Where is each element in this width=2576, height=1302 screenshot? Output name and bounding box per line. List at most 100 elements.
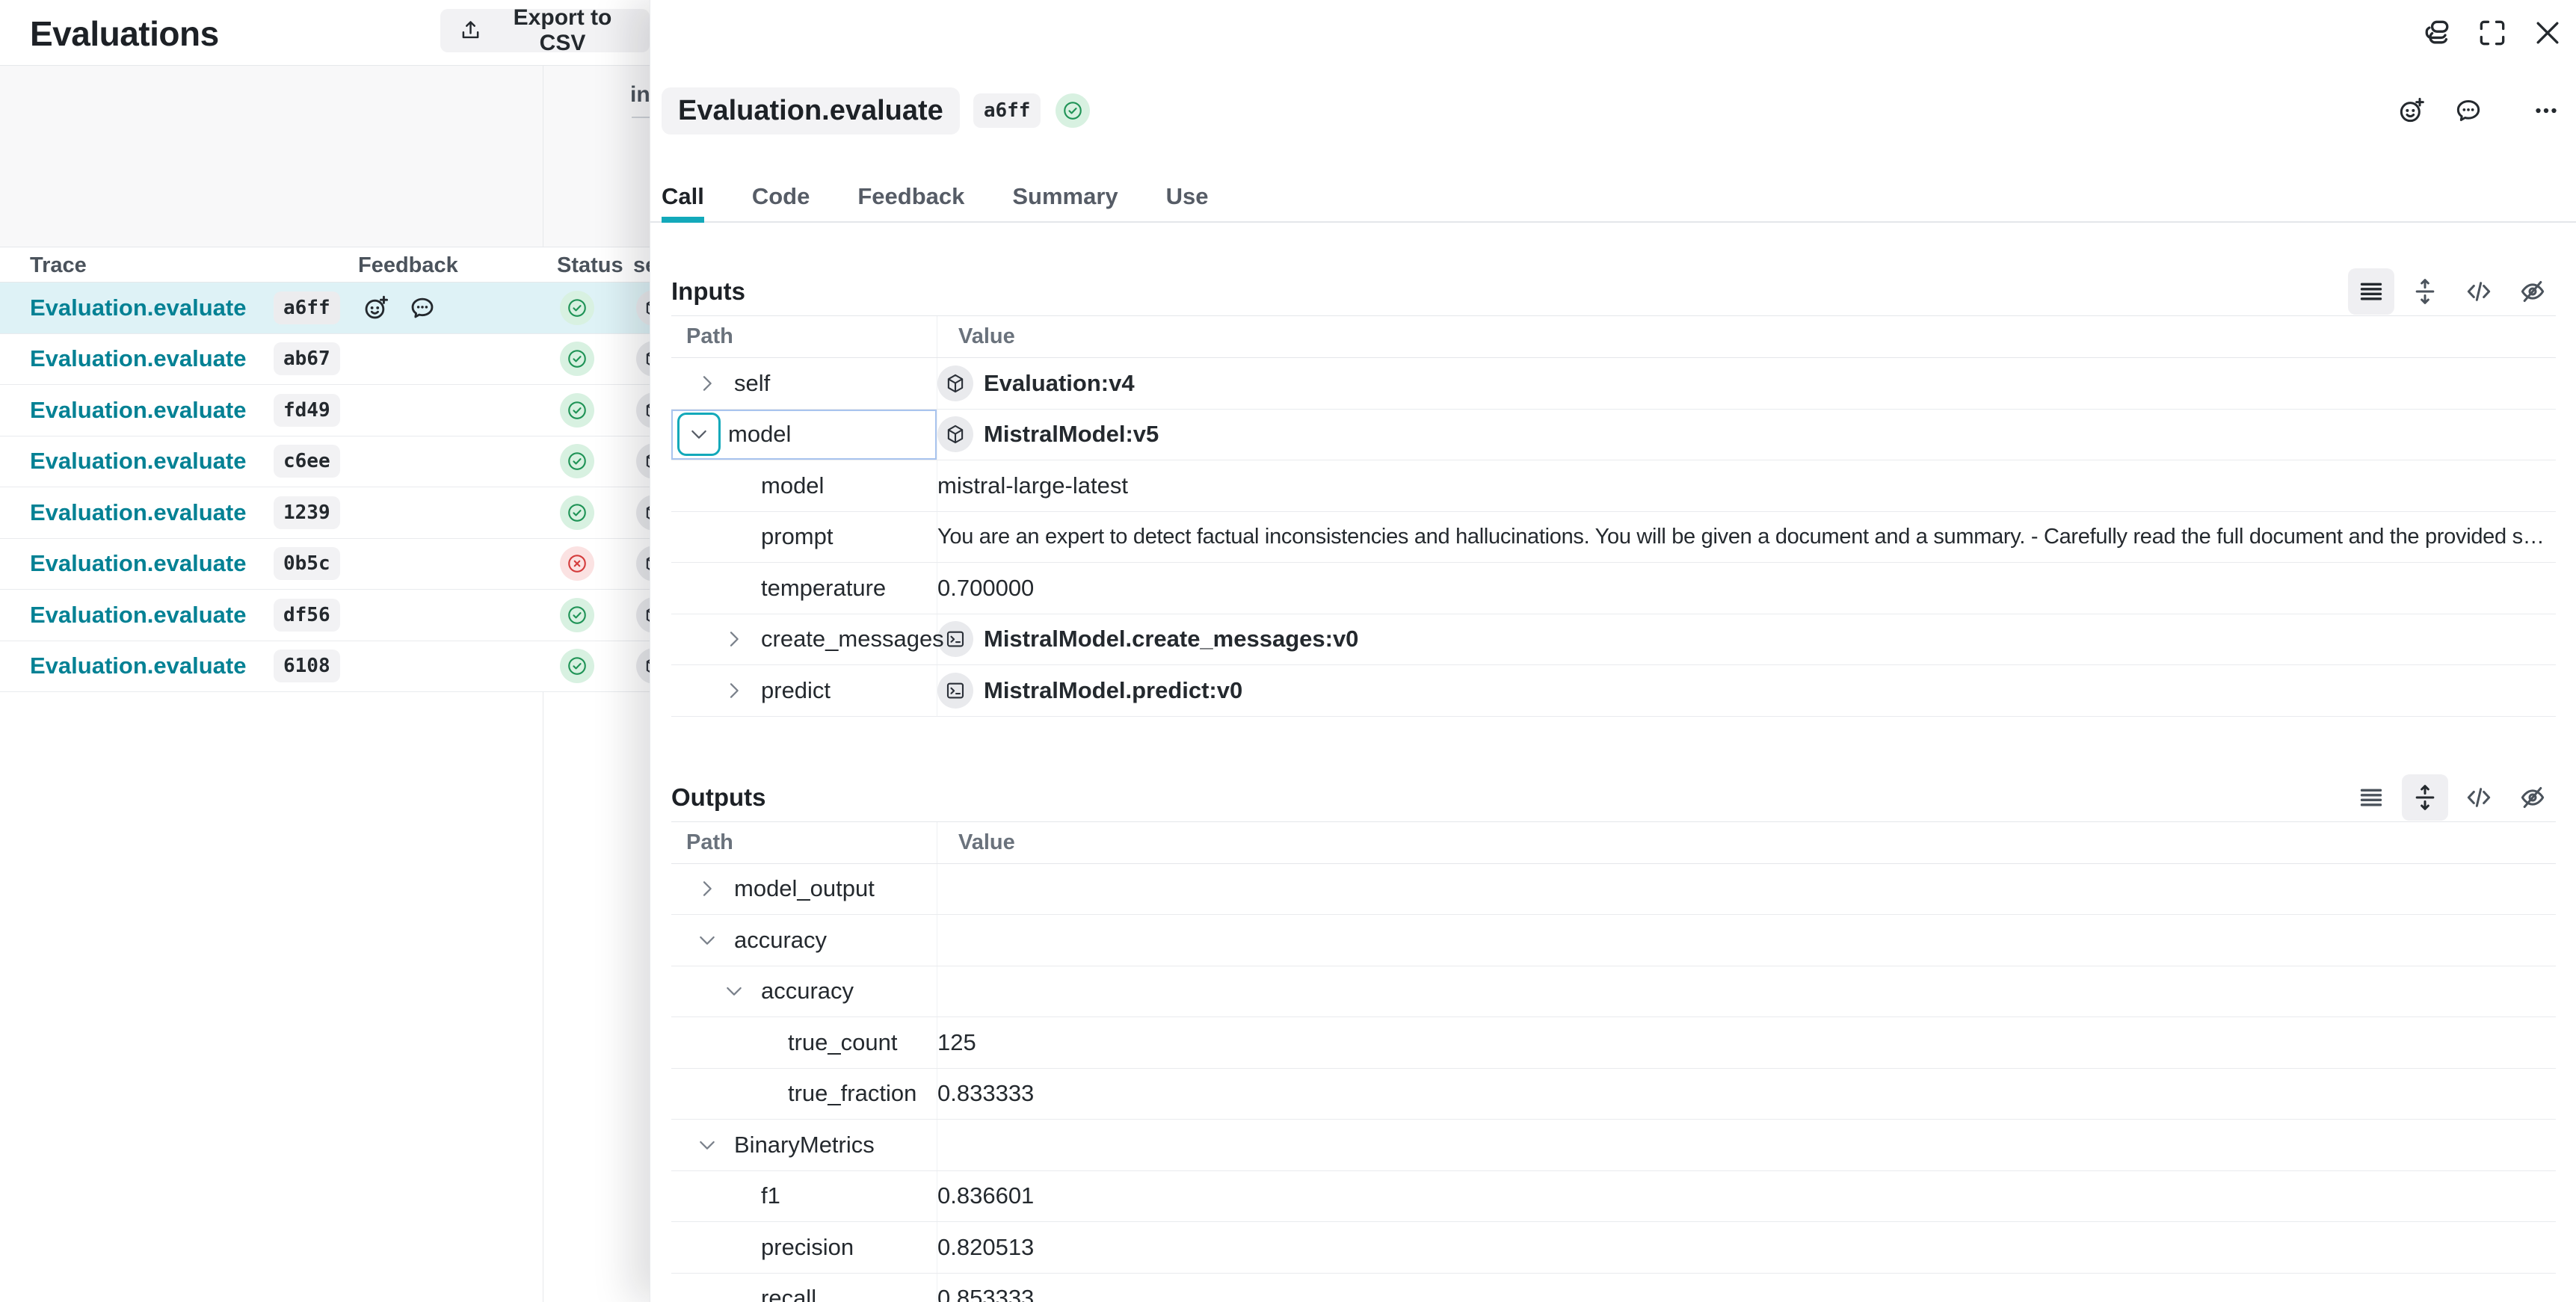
charts-filter-zone	[0, 66, 650, 247]
hide-view-icon[interactable]	[2509, 774, 2556, 821]
op-ref-link[interactable]: MistralModel.predict:v0	[984, 677, 1242, 704]
output-row-model-output: model_output	[671, 864, 2556, 916]
tab-use[interactable]: Use	[1166, 172, 1209, 221]
trace-link[interactable]: Evaluation.evaluate	[30, 499, 246, 526]
code-view-icon[interactable]	[2456, 268, 2502, 315]
trace-link[interactable]: Evaluation.evaluate	[30, 294, 246, 321]
path-column-header: Path	[671, 822, 937, 863]
expanded-view-icon[interactable]	[2402, 774, 2448, 821]
output-row-binarymetrics: BinaryMetrics	[671, 1120, 2556, 1171]
compact-view-icon[interactable]	[2348, 774, 2394, 821]
tab-feedback[interactable]: Feedback	[857, 172, 964, 221]
table-row[interactable]: Evaluation.evaluate fd49	[0, 385, 650, 436]
overflow-menu-icon[interactable]	[2531, 93, 2567, 129]
table-row[interactable]: Evaluation.evaluate 6108	[0, 641, 650, 693]
trace-link[interactable]: Evaluation.evaluate	[30, 652, 246, 679]
chevron-down-icon[interactable]	[722, 979, 761, 1003]
truncated-inputs-label: in	[630, 82, 650, 108]
chevron-down-icon[interactable]	[677, 413, 721, 456]
path-column-header: Path	[671, 316, 937, 357]
export-csv-button[interactable]: Export to CSV	[440, 9, 650, 52]
outputs-table-header: Path Value	[671, 822, 2556, 864]
hide-view-icon[interactable]	[2509, 268, 2556, 315]
table-row[interactable]: Evaluation.evaluate ab67	[0, 334, 650, 386]
value-text: 0.820513	[937, 1234, 1034, 1261]
status-success-icon	[560, 444, 594, 478]
table-row[interactable]: Evaluation.evaluate 0b5c	[0, 539, 650, 590]
outputs-view-toolbar	[2348, 774, 2556, 821]
path-label: create_messages	[761, 626, 944, 652]
chevron-right-icon[interactable]	[695, 371, 734, 395]
trace-link[interactable]: Evaluation.evaluate	[30, 448, 246, 475]
status-success-icon	[560, 291, 594, 325]
input-row-predict: predict MistralModel.predict:v0	[671, 665, 2556, 717]
column-header-status[interactable]: Status	[557, 247, 623, 283]
trace-link[interactable]: Evaluation.evaluate	[30, 397, 246, 424]
panel-top-bar	[650, 0, 2576, 66]
column-header-trace[interactable]: Trace	[30, 247, 87, 283]
call-detail-panel: Evaluation.evaluate a6ff Call Code Feedb…	[650, 0, 2576, 1302]
path-label: accuracy	[734, 927, 827, 954]
status-success-icon	[1056, 93, 1090, 128]
truncated-label-divider	[632, 117, 650, 118]
op-ref-link[interactable]: MistralModel.create_messages:v0	[984, 626, 1358, 652]
value-text: mistral-large-latest	[937, 472, 1128, 499]
call-id-badge: ab67	[274, 342, 340, 375]
chevron-right-icon[interactable]	[695, 877, 734, 901]
output-row-precision: precision 0.820513	[671, 1222, 2556, 1274]
page-title: Evaluations	[30, 13, 219, 54]
object-ref-link[interactable]: Evaluation:v4	[984, 370, 1135, 397]
outputs-heading: Outputs	[671, 783, 765, 812]
object-ref-link[interactable]: MistralModel:v5	[984, 421, 1159, 448]
stack-icon[interactable]	[2419, 15, 2455, 51]
call-id-badge: df56	[274, 599, 340, 632]
call-id-badge: 0b5c	[274, 547, 340, 580]
reaction-add-icon[interactable]	[362, 294, 390, 322]
path-label: recall	[761, 1285, 816, 1302]
call-id-badge: fd49	[274, 394, 340, 427]
tab-code[interactable]: Code	[752, 172, 810, 221]
reaction-add-icon[interactable]	[2395, 93, 2431, 129]
expanded-view-icon[interactable]	[2402, 268, 2448, 315]
panel-title[interactable]: Evaluation.evaluate	[662, 87, 960, 135]
column-header-feedback[interactable]: Feedback	[358, 247, 458, 283]
chevron-right-icon[interactable]	[722, 679, 761, 703]
chevron-down-icon[interactable]	[695, 1133, 734, 1157]
value-text: 0.833333	[937, 1080, 1034, 1107]
tab-summary[interactable]: Summary	[1012, 172, 1118, 221]
table-row[interactable]: Evaluation.evaluate 1239	[0, 487, 650, 539]
status-success-icon	[560, 342, 594, 376]
call-id-badge: 1239	[274, 496, 340, 529]
path-label: temperature	[761, 575, 886, 602]
comment-icon[interactable]	[2452, 93, 2488, 129]
chevron-down-icon[interactable]	[695, 928, 734, 952]
table-row[interactable]: Evaluation.evaluate df56	[0, 590, 650, 641]
output-row-accuracy: accuracy	[671, 915, 2556, 966]
value-text: You are an expert to detect factual inco…	[937, 525, 2548, 549]
chevron-right-icon[interactable]	[722, 627, 761, 651]
code-view-icon[interactable]	[2456, 774, 2502, 821]
trace-link[interactable]: Evaluation.evaluate	[30, 550, 246, 577]
status-success-icon	[560, 598, 594, 632]
table-row[interactable]: Evaluation.evaluate a6ff	[0, 283, 650, 334]
output-row-true-count: true_count 125	[671, 1017, 2556, 1069]
compact-view-icon[interactable]	[2348, 268, 2394, 315]
feedback-cell	[362, 294, 437, 322]
value-column-header: Value	[937, 822, 2556, 863]
trace-link[interactable]: Evaluation.evaluate	[30, 602, 246, 629]
tab-call[interactable]: Call	[662, 172, 704, 221]
table-row[interactable]: Evaluation.evaluate c6ee	[0, 436, 650, 488]
path-label: prompt	[761, 523, 833, 550]
output-row-true-fraction: true_fraction 0.833333	[671, 1069, 2556, 1120]
fullscreen-icon[interactable]	[2474, 15, 2510, 51]
path-label: model	[728, 421, 791, 448]
op-icon	[937, 673, 973, 709]
value-text: 0.853333	[937, 1285, 1034, 1302]
comment-icon[interactable]	[408, 294, 437, 322]
panel-title-row: Evaluation.evaluate a6ff	[662, 84, 2567, 138]
trace-link[interactable]: Evaluation.evaluate	[30, 345, 246, 372]
close-icon[interactable]	[2530, 15, 2566, 51]
object-icon	[937, 416, 973, 452]
page-header: Evaluations Export to CSV	[0, 0, 650, 66]
inputs-table: Path Value self Evaluation:v4 model	[671, 315, 2556, 717]
